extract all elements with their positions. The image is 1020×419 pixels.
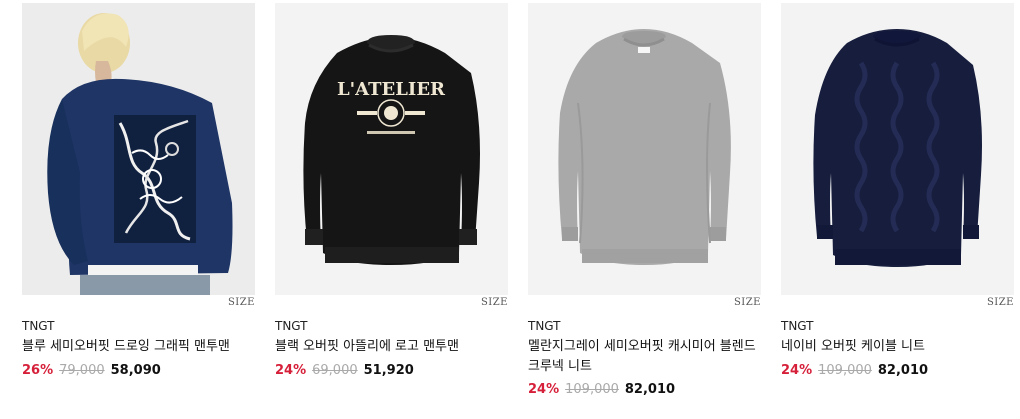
- navy-graphic-sweatshirt-photo: [22, 3, 255, 295]
- price-row: 24% 69,000 51,920: [275, 363, 414, 378]
- original-price: 79,000: [59, 363, 105, 378]
- product-name[interactable]: 멜란지그레이 세미오버핏 캐시미어 블렌드 크루넥 니트: [528, 337, 761, 377]
- product-name[interactable]: 블루 세미오버핏 드로잉 그래픽 맨투맨: [22, 337, 255, 357]
- size-label[interactable]: SIZE: [734, 297, 761, 308]
- original-price: 109,000: [565, 382, 619, 397]
- brand-name[interactable]: TNGT: [781, 319, 814, 333]
- product-grid: SIZE TNGT 블루 세미오버핏 드로잉 그래픽 맨투맨 26% 79,000…: [0, 0, 1020, 419]
- product-image[interactable]: [22, 3, 255, 295]
- product-image[interactable]: [781, 3, 1014, 295]
- product-name[interactable]: 블랙 오버핏 아뜰리에 로고 맨투맨: [275, 337, 508, 357]
- navy-cable-knit-photo: [781, 3, 1014, 295]
- price-row: 24% 109,000 82,010: [781, 363, 928, 378]
- sale-price: 82,010: [877, 363, 929, 378]
- discount-rate: 24%: [781, 363, 813, 378]
- brand-name[interactable]: TNGT: [528, 319, 561, 333]
- sale-price: 82,010: [624, 382, 676, 397]
- discount-rate: 24%: [275, 363, 307, 378]
- discount-rate: 26%: [22, 363, 54, 378]
- product-image[interactable]: L'ATELIER: [275, 3, 508, 295]
- discount-rate: 24%: [528, 382, 560, 397]
- sale-price: 51,920: [363, 363, 414, 378]
- original-price: 69,000: [312, 363, 358, 378]
- price-row: 26% 79,000 58,090: [22, 363, 161, 378]
- product-image[interactable]: [528, 3, 761, 295]
- price-row: 24% 109,000 82,010: [528, 382, 675, 397]
- brand-name[interactable]: TNGT: [22, 319, 55, 333]
- sale-price: 58,090: [110, 363, 161, 378]
- black-logo-sweatshirt-photo: L'ATELIER: [275, 3, 508, 295]
- original-price: 109,000: [818, 363, 872, 378]
- grey-crewneck-knit-photo: [528, 3, 761, 295]
- logo-print: L'ATELIER: [337, 79, 446, 100]
- size-label[interactable]: SIZE: [228, 297, 255, 308]
- brand-name[interactable]: TNGT: [275, 319, 308, 333]
- size-label[interactable]: SIZE: [481, 297, 508, 308]
- size-label[interactable]: SIZE: [987, 297, 1014, 308]
- product-name[interactable]: 네이비 오버핏 케이블 니트: [781, 337, 1014, 357]
